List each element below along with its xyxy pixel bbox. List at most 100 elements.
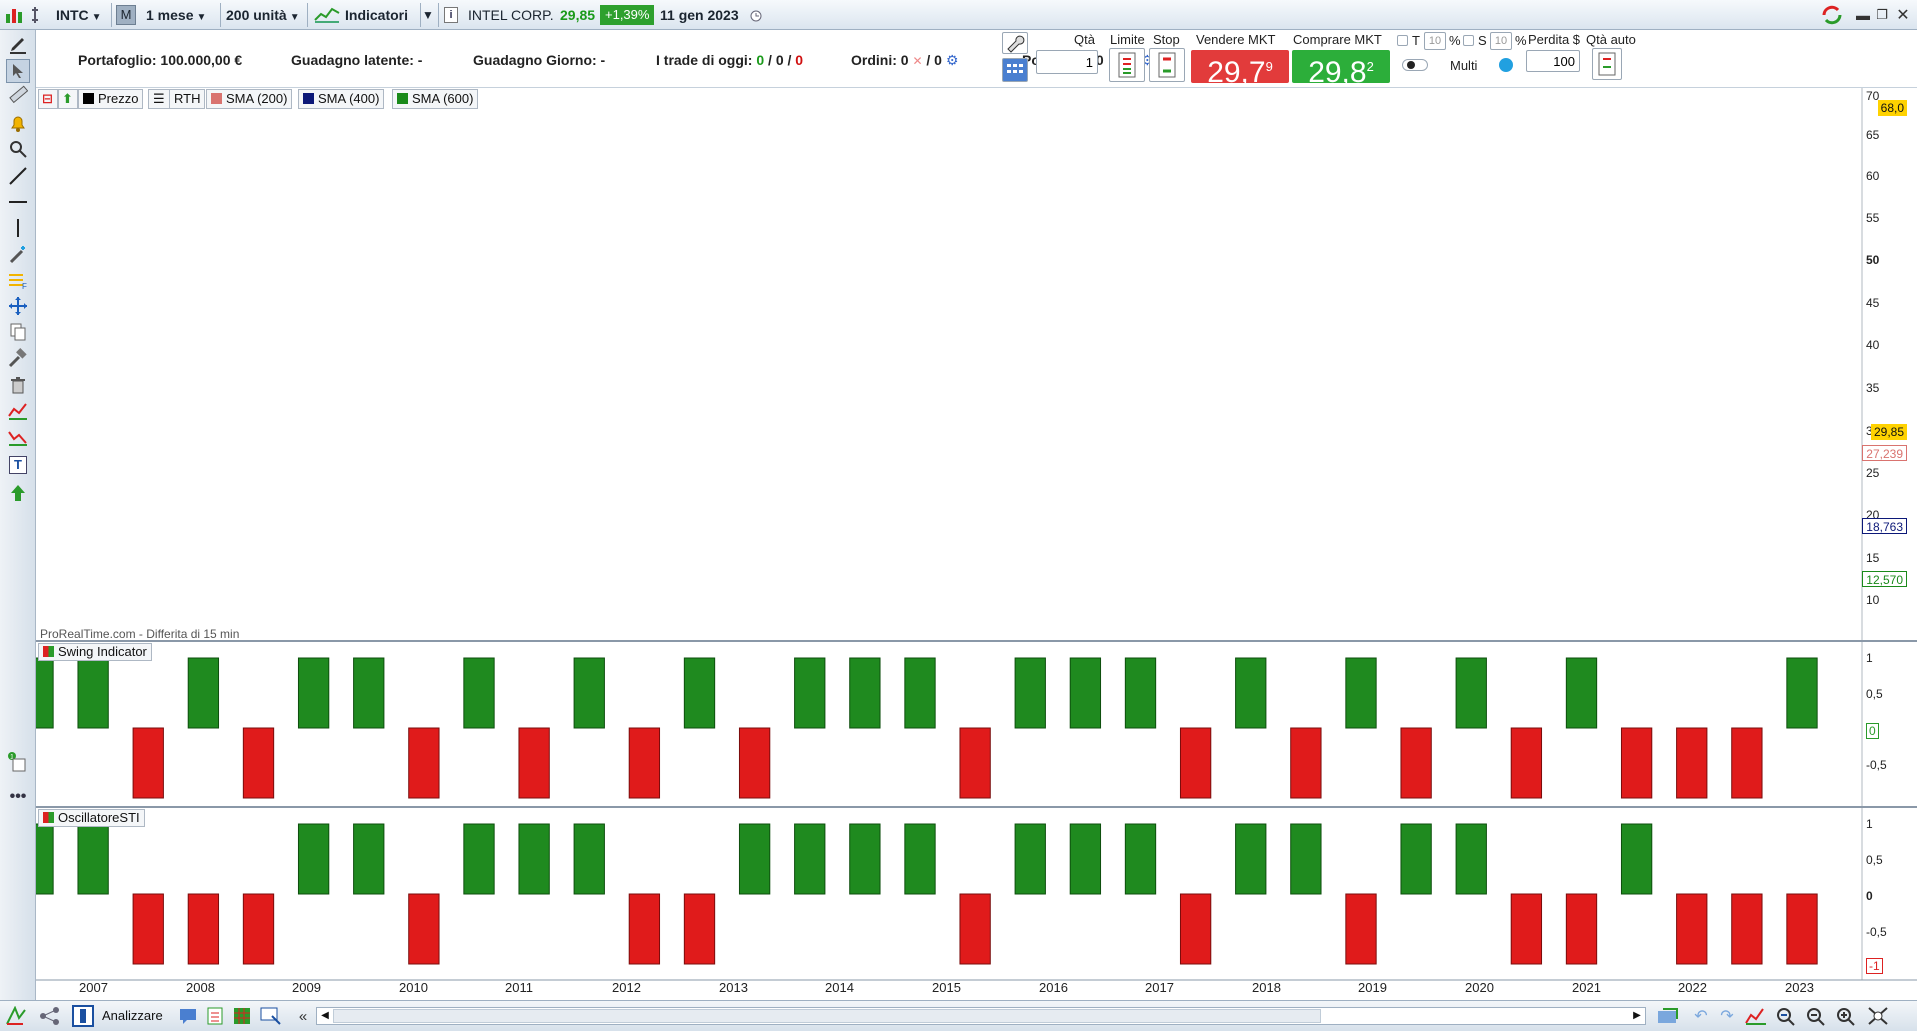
expand-panel-button[interactable]: ⬆ (58, 89, 78, 109)
trendline-icon[interactable] (6, 164, 30, 188)
cursor-icon[interactable] (6, 59, 30, 83)
stop-label: Stop (1153, 32, 1180, 47)
swing-bar (1455, 657, 1487, 729)
zoom-in-icon[interactable] (1834, 1006, 1858, 1026)
restore-icon[interactable]: ❐ (1874, 6, 1890, 24)
magic-wand-icon[interactable] (6, 242, 30, 266)
arrow-up-icon[interactable] (6, 481, 30, 505)
buy-market-button[interactable]: 29,82 (1292, 50, 1390, 89)
indicator-line-icon[interactable] (6, 399, 30, 423)
comment-icon[interactable] (178, 1006, 198, 1026)
loss-input[interactable] (1526, 50, 1580, 72)
sync-icon[interactable] (1818, 3, 1846, 27)
fit-all-icon[interactable] (1866, 1006, 1890, 1026)
multi-toggle[interactable] (1402, 59, 1428, 71)
chat-icon[interactable] (1499, 58, 1513, 72)
text-icon[interactable]: T (6, 453, 30, 477)
copy-icon[interactable] (6, 320, 30, 344)
grid-report-icon[interactable] (232, 1006, 252, 1026)
interval-selector[interactable]: 1 mese ▼ (146, 4, 206, 26)
horizontal-line-icon[interactable] (6, 190, 30, 214)
legend-list-button[interactable]: ☰ (148, 89, 170, 109)
swing-panel-title[interactable]: Swing Indicator (38, 643, 152, 661)
auto-qty-button[interactable] (1592, 48, 1622, 80)
swing-bar (628, 727, 661, 799)
keypad-icon[interactable] (1002, 58, 1028, 82)
sl-checkbox[interactable] (1463, 35, 1474, 46)
scroll-left-icon[interactable]: ◀ (317, 1008, 333, 1024)
swing-bar (1014, 657, 1046, 729)
chart-canvas[interactable] (36, 88, 1917, 1000)
legend-sma600[interactable]: SMA (600) (392, 89, 479, 109)
tp-checkbox[interactable] (1397, 35, 1408, 46)
swing-bar (1400, 727, 1432, 799)
ruler-icon[interactable] (6, 83, 30, 107)
sell-market-button[interactable]: 29,79 (1191, 50, 1289, 89)
symbol-selector[interactable]: INTC ▼ (56, 4, 102, 26)
scrollbar-thumb[interactable] (333, 1009, 1321, 1023)
pen-icon[interactable] (6, 32, 30, 56)
units-selector[interactable]: 200 unità ▼ (226, 4, 300, 26)
link-icon[interactable] (26, 5, 44, 25)
legend-sma400[interactable]: SMA (400) (298, 89, 385, 109)
vertical-line-icon[interactable] (6, 216, 30, 240)
zoom-fit-icon[interactable] (1774, 1006, 1798, 1026)
analyze-button[interactable]: Analizzare (102, 1008, 163, 1023)
zoom-icon[interactable] (6, 137, 30, 161)
alerts-list-icon[interactable]: 1 (6, 750, 30, 774)
chart-bars-icon[interactable] (4, 5, 24, 25)
refresh-data-icon[interactable] (1656, 1006, 1682, 1026)
compare-icon[interactable] (1744, 1006, 1768, 1026)
info-icon[interactable]: i (444, 7, 458, 23)
fibonacci-icon[interactable]: F (6, 268, 30, 292)
qty-input[interactable] (1036, 50, 1098, 74)
close-icon[interactable]: ✕ (1894, 5, 1912, 25)
trash-icon[interactable] (6, 373, 30, 397)
hammer-icon[interactable] (6, 346, 30, 370)
horizontal-scrollbar[interactable]: ◀ ▶ (316, 1007, 1646, 1025)
swing-bar (1345, 657, 1377, 729)
mode-button[interactable]: M (116, 5, 136, 25)
limit-order-button[interactable] (1109, 48, 1145, 82)
year-label: 2012 (612, 980, 641, 995)
sell-sup: 9 (1265, 59, 1273, 74)
share-icon[interactable] (38, 1005, 62, 1027)
orders-indicator[interactable]: Ordini: 0 ✕ / 0 ⚙ (851, 52, 958, 69)
move-icon[interactable] (6, 294, 30, 318)
osc-bar (408, 893, 440, 965)
osc-panel-title[interactable]: OscillatoreSTI (38, 809, 145, 827)
more-icon[interactable]: ••• (6, 785, 30, 809)
indicator-area-icon[interactable] (6, 425, 30, 449)
bell-icon[interactable] (6, 111, 30, 135)
s-input[interactable]: 10 (1490, 32, 1512, 50)
minimize-icon[interactable]: ▬ (1855, 6, 1871, 24)
year-label: 2007 (79, 980, 108, 995)
t-input[interactable]: 10 (1424, 32, 1446, 50)
indicators-menu[interactable]: Indicatori (345, 4, 408, 26)
trades-red: 0 (795, 52, 804, 68)
price-tick: 65 (1866, 128, 1880, 142)
swing-tick: 0,5 (1866, 687, 1883, 701)
year-label: 2016 (1039, 980, 1068, 995)
draw-icon[interactable] (4, 1005, 28, 1027)
double-chevron-left-icon[interactable]: « (296, 1007, 310, 1025)
stop-order-button[interactable] (1149, 48, 1185, 82)
legend-rth[interactable]: RTH (169, 89, 206, 109)
list-report-icon[interactable] (205, 1006, 225, 1026)
oscillator-panel (36, 823, 1818, 965)
zoom-out-icon[interactable] (1804, 1006, 1828, 1026)
osc-bar (1731, 893, 1763, 965)
scroll-right-icon[interactable]: ▶ (1629, 1008, 1645, 1024)
collapse-panel-button[interactable]: ⊟ (38, 89, 58, 109)
undo-icon[interactable]: ↶ (1690, 1006, 1712, 1026)
wrench-icon[interactable] (1002, 32, 1028, 54)
window-icon[interactable] (72, 1005, 94, 1027)
legend-sma200[interactable]: SMA (200) (206, 89, 293, 109)
redo-icon[interactable]: ↷ (1716, 1006, 1738, 1026)
swing-tick: -0,5 (1866, 758, 1887, 772)
indicators-dropdown[interactable]: ▼ (422, 4, 434, 26)
osc-bar (242, 893, 275, 965)
legend-price[interactable]: Prezzo (78, 89, 144, 109)
monitor-icon[interactable] (259, 1006, 283, 1026)
swing-bar (187, 657, 220, 729)
